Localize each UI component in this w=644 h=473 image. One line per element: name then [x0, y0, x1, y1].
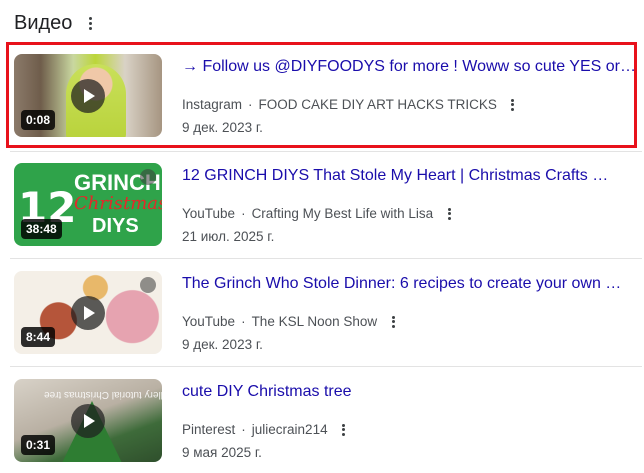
play-icon[interactable]	[71, 403, 105, 438]
video-title-link[interactable]: cute DIY Christmas tree	[182, 383, 638, 401]
video-title-link[interactable]: 12 GRINCH DIYS That Stole My Heart | Chr…	[182, 167, 638, 185]
video-date: 9 мая 2025 г.	[182, 445, 262, 460]
video-meta: Pinterest · juliecrain214	[182, 422, 346, 437]
duration-badge: 0:31	[21, 435, 56, 455]
thumbnail-word: DIYS	[92, 215, 139, 237]
divider	[10, 258, 642, 259]
duration-badge: 38:48	[21, 219, 62, 239]
more-options-icon[interactable]	[88, 16, 92, 30]
meta-separator: ·	[241, 314, 246, 329]
duration-badge: 8:44	[21, 327, 56, 347]
video-thumbnail[interactable]: 8:44	[14, 271, 162, 354]
video-result[interactable]: 0:08 → Follow us @DIYFOODYS for more ! W…	[10, 43, 638, 147]
video-title-link[interactable]: The Grinch Who Stole Dinner: 6 recipes t…	[182, 275, 638, 293]
video-thumbnail[interactable]: 0:08	[14, 54, 162, 137]
video-meta: Instagram · FOOD CAKE DIY ART HACKS TRIC…	[182, 97, 515, 112]
divider	[10, 366, 642, 367]
play-icon[interactable]	[71, 78, 105, 113]
thumbnail-word: Christmas	[74, 193, 162, 214]
section-title: Видео	[14, 11, 73, 34]
meta-separator: ·	[241, 422, 246, 437]
video-title-link[interactable]: → Follow us @DIYFOODYS for more ! Woww s…	[182, 58, 638, 76]
meta-separator: ·	[248, 97, 253, 112]
video-source: Pinterest	[182, 422, 236, 437]
video-channel: juliecrain214	[251, 422, 328, 437]
section-header: Видео	[14, 9, 92, 37]
video-source: YouTube	[182, 206, 236, 221]
video-date: 21 июл. 2025 г.	[182, 229, 275, 244]
video-channel: FOOD CAKE DIY ART HACKS TRICKS	[258, 97, 497, 112]
video-thumbnail[interactable]: floristallery tutorial Christmas tree 0:…	[14, 379, 162, 462]
preview-icon	[140, 169, 156, 185]
video-thumbnail[interactable]: 12 GRINCH Christmas DIYS 38:48	[14, 163, 162, 246]
video-result[interactable]: 8:44 The Grinch Who Stole Dinner: 6 reci…	[10, 260, 638, 364]
video-channel: Crafting My Best Life with Lisa	[251, 206, 434, 221]
more-options-icon[interactable]	[342, 423, 346, 436]
preview-icon	[140, 277, 156, 293]
duration-badge: 0:08	[21, 110, 56, 130]
meta-separator: ·	[241, 206, 246, 221]
video-result[interactable]: 12 GRINCH Christmas DIYS 38:48 12 GRINCH…	[10, 152, 638, 256]
more-options-icon[interactable]	[447, 207, 451, 220]
video-source: Instagram	[182, 97, 243, 112]
video-result[interactable]: floristallery tutorial Christmas tree 0:…	[10, 368, 638, 472]
video-channel: The KSL Noon Show	[251, 314, 378, 329]
more-options-icon[interactable]	[391, 315, 395, 328]
video-meta: YouTube · Crafting My Best Life with Lis…	[182, 206, 451, 221]
thumbnail-overlay-text: floristallery tutorial Christmas tree	[44, 389, 162, 400]
play-icon[interactable]	[71, 295, 105, 330]
more-options-icon[interactable]	[511, 98, 515, 111]
video-date: 9 дек. 2023 г.	[182, 337, 263, 352]
video-meta: YouTube · The KSL Noon Show	[182, 314, 395, 329]
video-date: 9 дек. 2023 г.	[182, 120, 263, 135]
video-source: YouTube	[182, 314, 236, 329]
